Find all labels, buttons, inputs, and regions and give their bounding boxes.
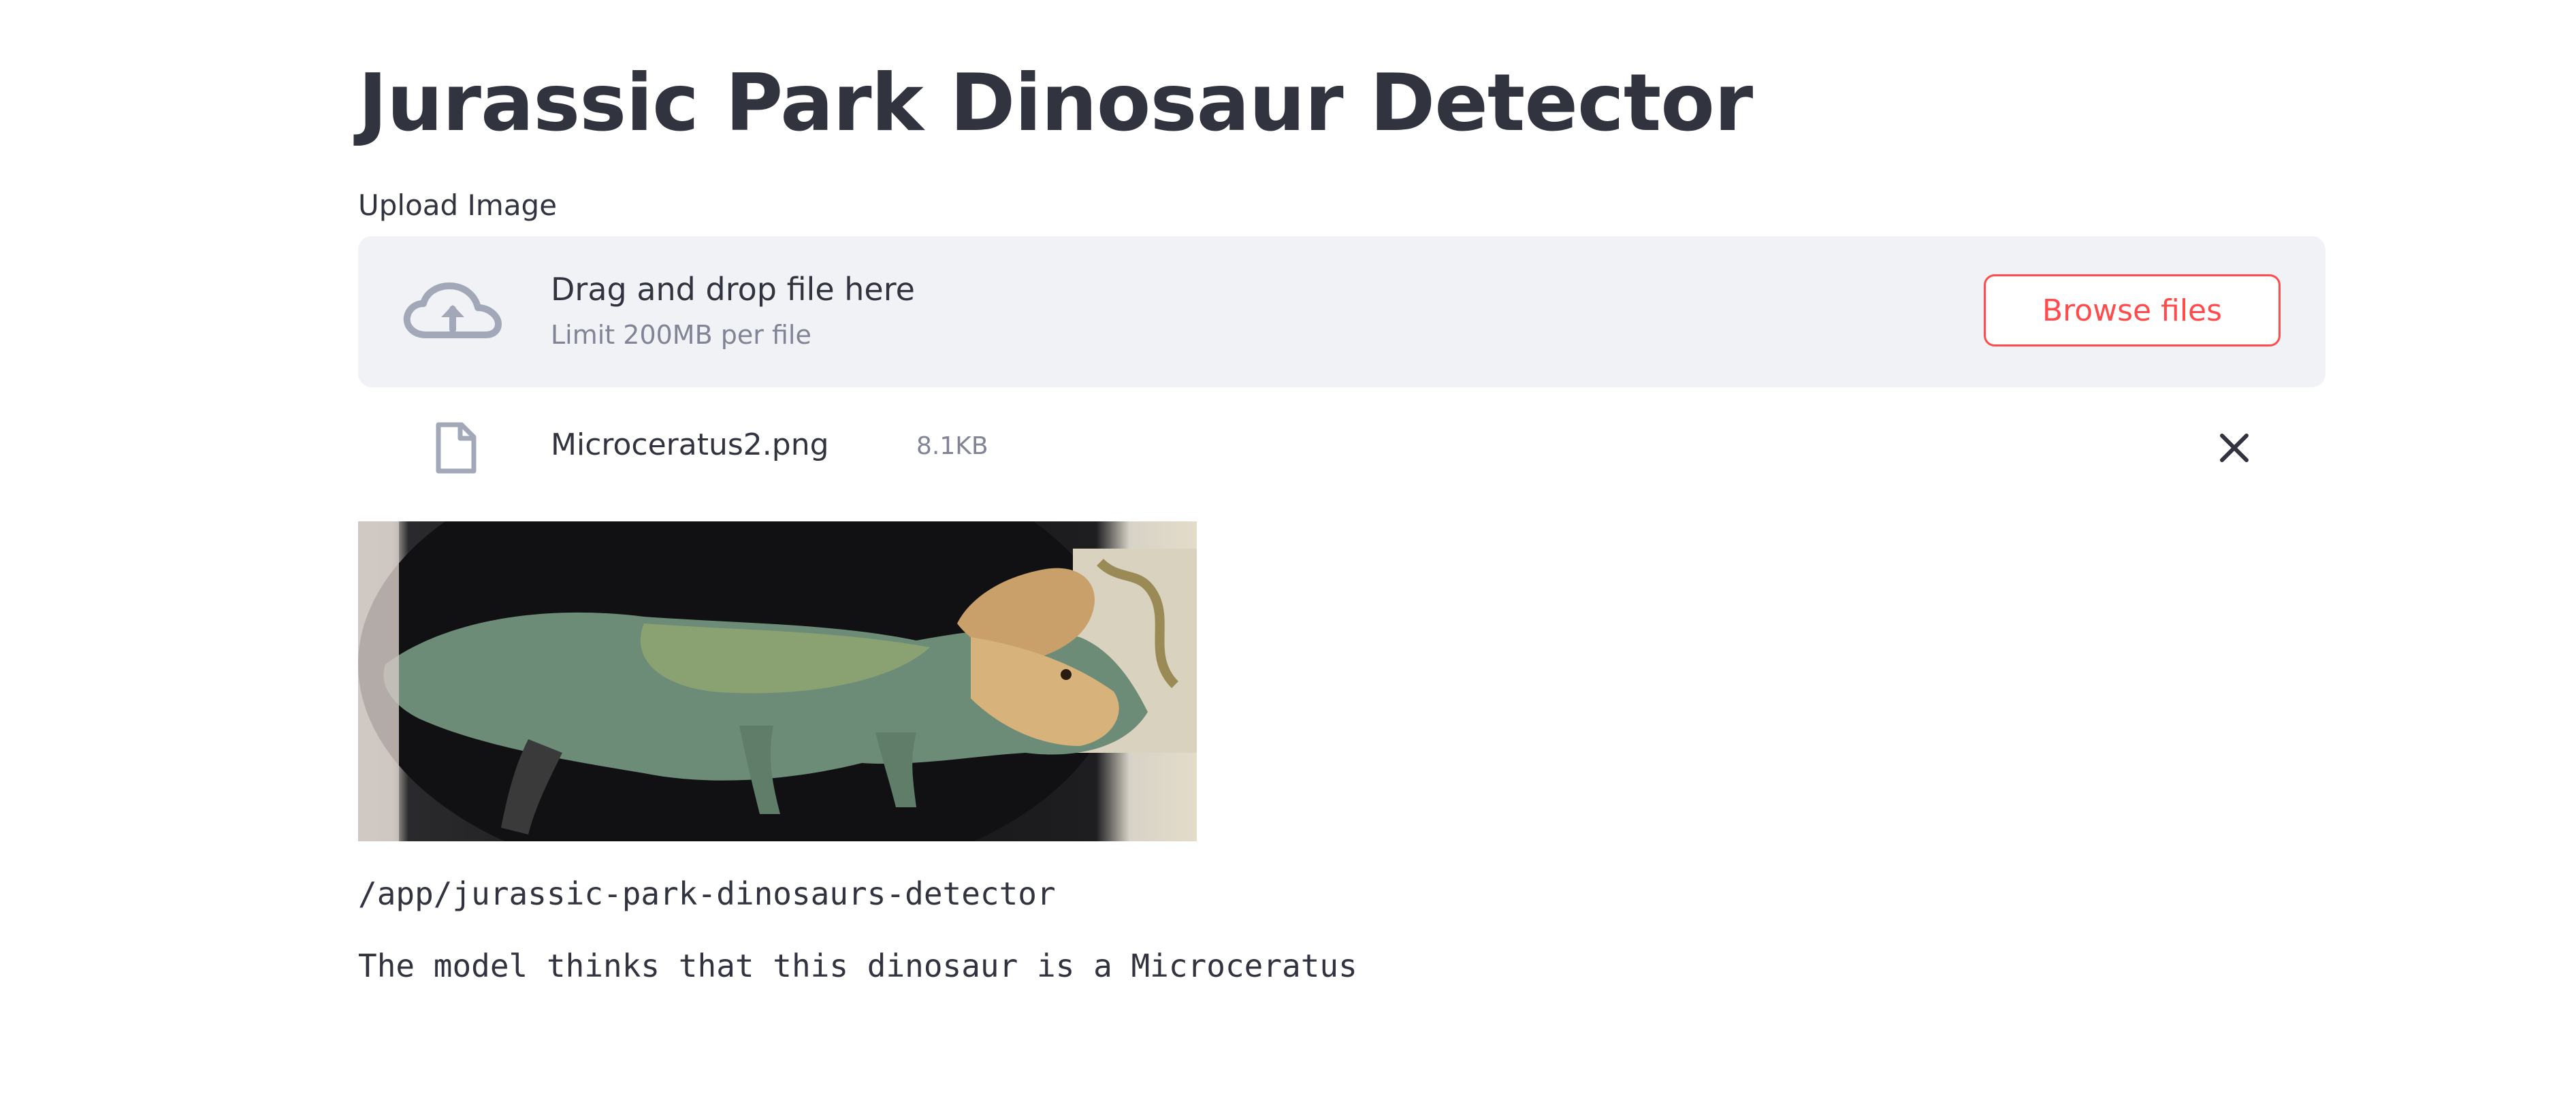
- browse-files-button[interactable]: Browse files: [1984, 274, 2281, 346]
- dropzone-limit: Limit 200MB per file: [551, 320, 811, 350]
- dropzone-instructions: Drag and drop file here: [551, 271, 915, 308]
- app-root: Jurassic Park Dinosaur Detector Upload I…: [0, 0, 2576, 1119]
- remove-file-button[interactable]: [2212, 426, 2256, 470]
- file-icon: [426, 422, 483, 474]
- file-dropzone[interactable]: Drag and drop file here Limit 200MB per …: [358, 236, 2325, 387]
- app-path-text: /app/jurassic-park-dinosaurs-detector: [358, 875, 1056, 912]
- page-title: Jurassic Park Dinosaur Detector: [358, 57, 1753, 149]
- close-icon: [2212, 434, 2256, 472]
- uploaded-file-row: Microceratus2.png 8.1KB: [358, 415, 2325, 476]
- upload-label: Upload Image: [358, 189, 558, 222]
- uploaded-dinosaur-image: [358, 521, 1197, 841]
- prediction-result-text: The model thinks that this dinosaur is a…: [358, 947, 1357, 984]
- cloud-upload-icon: [402, 282, 504, 343]
- uploaded-file-name: Microceratus2.png: [551, 427, 829, 462]
- dinosaur-picture: [358, 521, 1197, 841]
- uploaded-file-size: 8.1KB: [916, 432, 988, 460]
